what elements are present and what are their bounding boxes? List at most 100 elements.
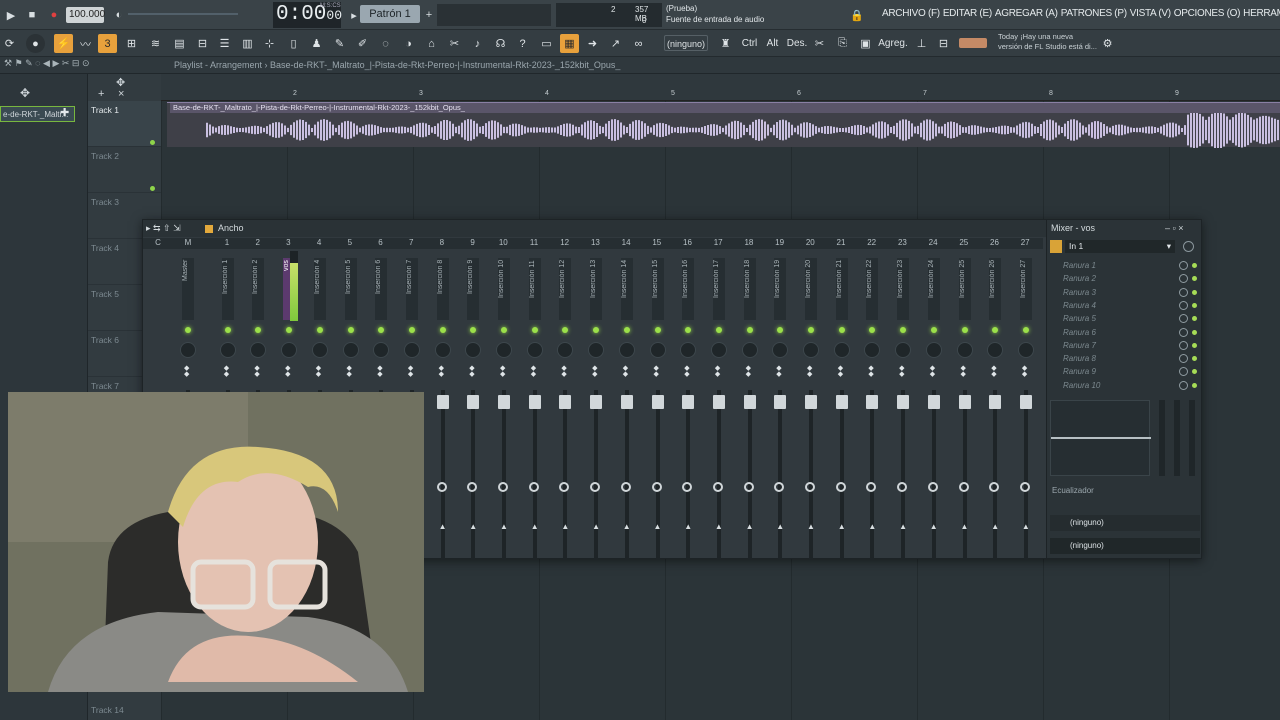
route-knob-icon[interactable] <box>958 482 969 492</box>
send-arrow-icon[interactable]: ▲ <box>531 522 539 531</box>
strip-enable-led[interactable] <box>347 327 354 333</box>
volume-fader-cap[interactable] <box>743 395 756 409</box>
mixer-menu-icon[interactable]: ▸ ⇆ ⇧ ⇲ <box>146 223 181 234</box>
stereo-arrows-icon[interactable]: ◆ ◆ <box>746 365 751 378</box>
route-knob-icon[interactable] <box>682 482 693 492</box>
menu-item-4[interactable]: VISTA (V) <box>1130 8 1171 19</box>
strip-enable-led[interactable] <box>531 327 538 333</box>
stereo-arrows-icon[interactable]: ◆ ◆ <box>930 365 935 378</box>
strip-enable-led[interactable] <box>808 327 814 333</box>
insert-strip-23[interactable]: Inserción 23 ◆ ◆ ▲ <box>888 250 918 560</box>
pan-knob[interactable] <box>925 342 942 358</box>
insert-strip-11[interactable]: Inserción 11 ◆ ◆ ▲ <box>520 250 550 560</box>
volume-fader-cap[interactable] <box>835 395 848 409</box>
move-icon[interactable]: ✥ <box>20 86 30 100</box>
tempo-display[interactable]: 100.000 <box>66 7 105 23</box>
route-knob-icon[interactable] <box>559 482 570 492</box>
menu-item-6[interactable]: HERRAMIENTAS (T) <box>1243 8 1280 19</box>
mixer-mode-icon[interactable] <box>205 225 213 233</box>
slot-mix-knob[interactable] <box>1179 354 1188 364</box>
menu-item-5[interactable]: OPCIONES (O) <box>1174 8 1241 19</box>
volume-fader-track[interactable] <box>532 390 537 560</box>
slot-mix-knob[interactable] <box>1179 380 1188 390</box>
stereo-arrows-icon[interactable]: ◆ ◆ <box>1022 365 1027 378</box>
master-volume-slider[interactable] <box>128 13 238 15</box>
slot-mix-knob[interactable] <box>1179 287 1188 297</box>
slot-mix-knob[interactable] <box>1179 300 1188 310</box>
insert-slot-7[interactable]: Ranura 7 <box>1053 339 1199 352</box>
menu-item-1[interactable]: EDITAR (E) <box>943 8 992 19</box>
playlist-tools-icon[interactable]: ⚒ ⚑ ✎ ◌ ◀ ▶ ✂ ⊟ ⊙ <box>4 58 90 69</box>
volume-fader-cap[interactable] <box>927 395 940 409</box>
route-knob-icon[interactable] <box>805 482 815 492</box>
volume-fader-cap[interactable] <box>498 395 510 409</box>
stereo-arrows-icon[interactable]: ◆ ◆ <box>991 365 996 378</box>
alt-button[interactable]: Alt <box>763 34 782 53</box>
pan-knob[interactable] <box>987 342 1004 358</box>
volume-fader-cap[interactable] <box>436 395 449 409</box>
send-arrow-icon[interactable]: ▲ <box>899 522 907 531</box>
send-arrow-icon[interactable]: ▲ <box>439 522 447 531</box>
slot-mix-knob[interactable] <box>1179 261 1188 270</box>
strip-enable-led[interactable] <box>992 327 999 333</box>
insert-slot-8[interactable]: Ranura 8 <box>1053 352 1199 365</box>
volume-fader-track[interactable] <box>624 390 629 560</box>
mixer-icon[interactable]: ☰ <box>215 34 234 53</box>
route-knob-icon[interactable] <box>467 482 478 492</box>
arrow-right-icon[interactable]: ➜ <box>583 34 602 53</box>
volume-fader-track[interactable] <box>901 390 906 560</box>
no-target-selector[interactable]: (ninguno) <box>664 35 708 51</box>
route-knob-icon[interactable] <box>620 482 631 492</box>
stop-icon[interactable]: ■ <box>23 6 41 24</box>
step-icon[interactable]: ⊞ <box>122 34 141 53</box>
ruler-bar-8[interactable]: 8 <box>1049 90 1053 97</box>
stereo-arrows-icon[interactable]: ◆ ◆ <box>531 365 536 378</box>
volume-fader-track[interactable] <box>440 390 445 560</box>
browser-icon[interactable]: ▤ <box>170 34 189 53</box>
ruler-bar-2[interactable]: 2 <box>293 90 297 97</box>
stereo-arrows-icon[interactable]: ◆ ◆ <box>347 365 352 378</box>
route-knob-icon[interactable] <box>1019 482 1030 492</box>
pan-knob[interactable] <box>895 342 912 358</box>
send-arrow-icon[interactable]: ▲ <box>838 522 846 531</box>
volume-fader-track[interactable] <box>655 390 660 560</box>
eq-fader-1[interactable] <box>1159 400 1165 476</box>
strip-enable-led[interactable] <box>255 327 262 333</box>
route-knob-icon[interactable] <box>651 482 662 492</box>
strip-enable-led[interactable] <box>185 327 191 333</box>
send-arrow-icon[interactable]: ▲ <box>1022 522 1030 531</box>
volume-fader-cap[interactable] <box>651 395 664 409</box>
pan-knob[interactable] <box>250 342 267 358</box>
strip-enable-led[interactable] <box>439 327 446 333</box>
slot-enable-led[interactable] <box>1192 302 1197 308</box>
pattern-selector[interactable]: Patrón 1 <box>360 5 420 23</box>
insert-strip-8[interactable]: Inserción 8 ◆ ◆ ▲ <box>428 250 458 560</box>
stereo-arrows-icon[interactable]: ◆ ◆ <box>500 365 505 378</box>
stereo-arrows-icon[interactable]: ◆ ◆ <box>838 365 843 378</box>
volume-fader-track[interactable] <box>716 390 721 560</box>
pan-knob[interactable] <box>496 342 512 358</box>
slot-mix-knob[interactable] <box>1179 274 1188 284</box>
track-1-led[interactable] <box>150 140 155 145</box>
loop-icon[interactable]: 3 <box>98 34 117 53</box>
insert-strip-14[interactable]: Inserción 14 ◆ ◆ ▲ <box>612 250 642 560</box>
volume-fader-cap[interactable] <box>897 395 910 409</box>
volume-fader-track[interactable] <box>809 390 813 560</box>
volume-fader-cap[interactable] <box>590 395 603 409</box>
stereo-arrows-icon[interactable]: ◆ ◆ <box>776 365 781 378</box>
strip-enable-led[interactable] <box>715 327 722 333</box>
send-arrow-icon[interactable]: ▲ <box>500 522 508 531</box>
stereo-arrows-icon[interactable]: ◆ ◆ <box>254 365 259 378</box>
insert-strip-20[interactable]: Inserción 20 ◆ ◆ ▲ <box>796 250 826 560</box>
stereo-arrows-icon[interactable]: ◆ ◆ <box>224 365 229 378</box>
pan-knob[interactable] <box>373 342 390 358</box>
send-arrow-icon[interactable]: ▲ <box>654 522 662 531</box>
ruler-bar-4[interactable]: 4 <box>545 90 549 97</box>
slot-enable-led[interactable] <box>1192 329 1197 335</box>
volume-fader-cap[interactable] <box>989 395 1002 409</box>
route-knob-icon[interactable] <box>590 482 601 492</box>
pencil-icon[interactable]: ✎ <box>330 34 349 53</box>
loop-record-icon[interactable]: ◌ <box>376 34 395 53</box>
volume-fader-track[interactable] <box>747 390 752 560</box>
strip-enable-led[interactable] <box>378 327 385 333</box>
